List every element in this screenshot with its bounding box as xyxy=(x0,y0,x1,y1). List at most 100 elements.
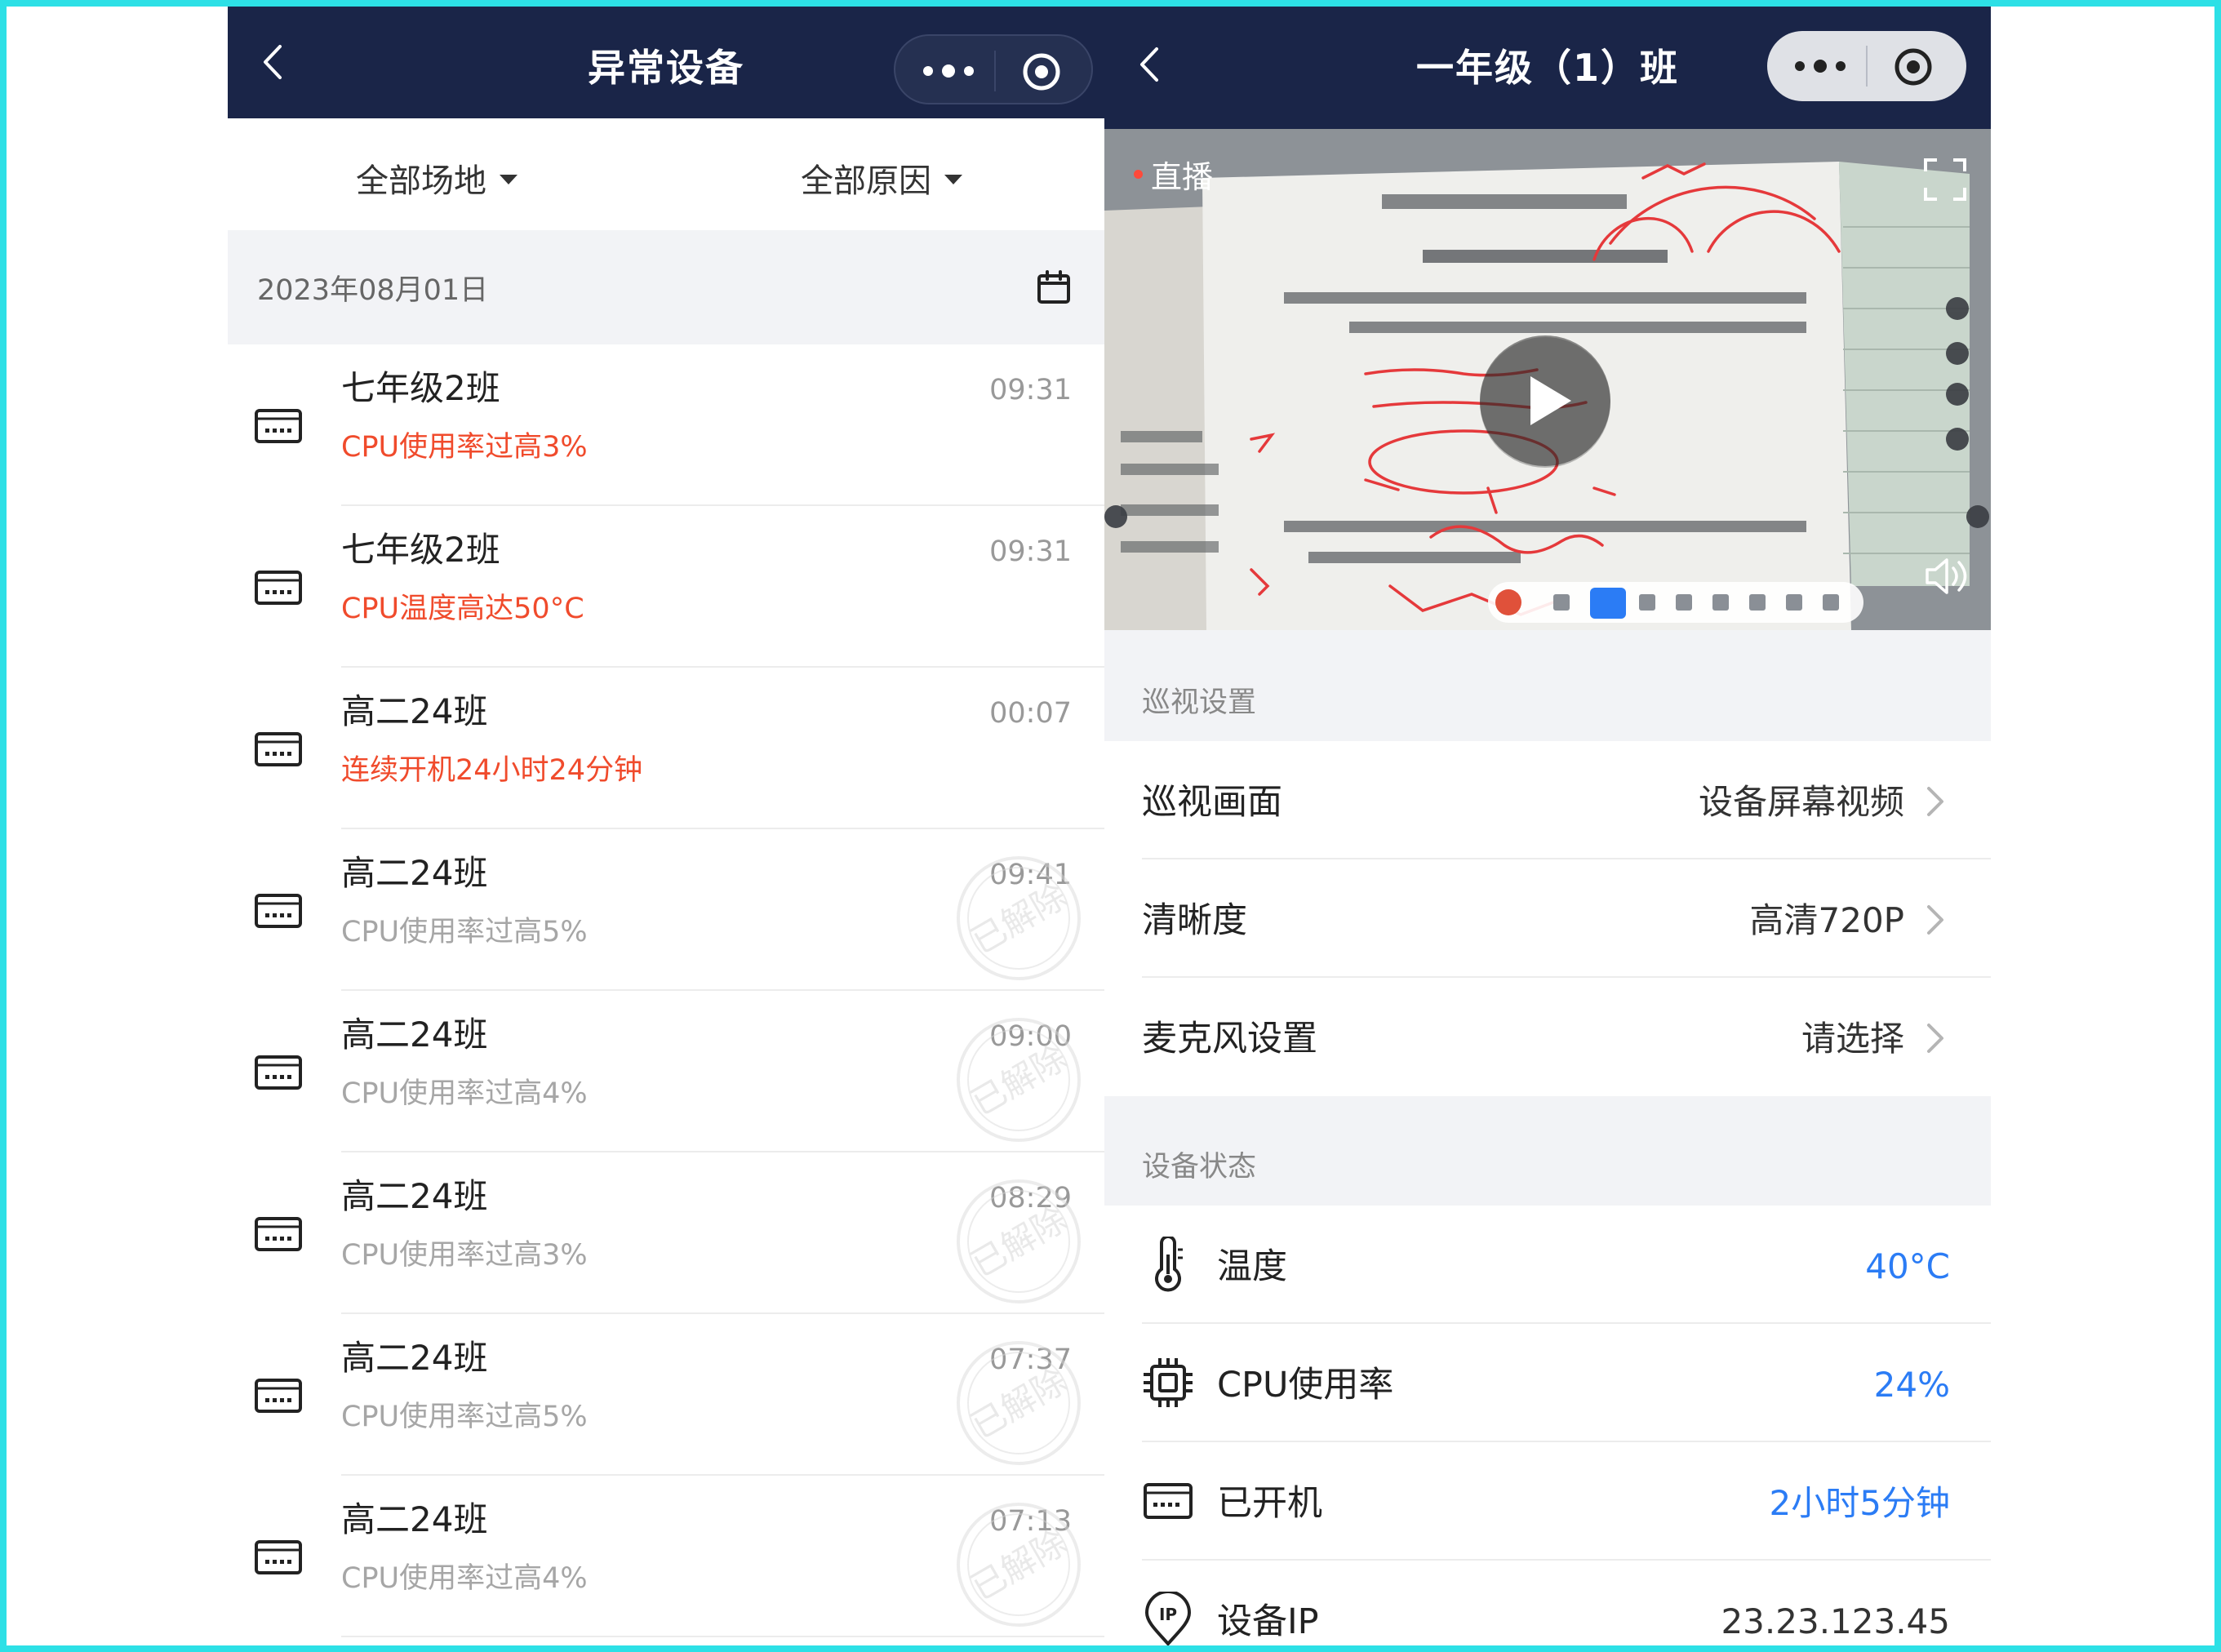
device-icon xyxy=(254,408,303,444)
calendar-icon[interactable] xyxy=(1036,269,1072,305)
resolved-stamp-icon: 已解除 xyxy=(957,1179,1081,1303)
row-label: 设备IP xyxy=(1217,1601,1319,1642)
abnormal-devices-screen: 异常设备 全部场地 全部原因 2023年08月01日 七年级2班 09:31 CPU… xyxy=(228,7,1104,1645)
device-icon xyxy=(254,731,303,767)
patrol-view-row[interactable]: 巡视画面 设备屏幕视频 xyxy=(1104,741,1991,859)
alert-reason: CPU温度高达50°C xyxy=(341,593,584,625)
abnormal-device-item[interactable]: 高二24班 09:00 CPU使用率过高4% 已解除 xyxy=(228,991,1104,1152)
classroom-name: 七年级2班 xyxy=(341,368,500,408)
miniprogram-capsule xyxy=(894,34,1093,104)
live-label-text: 直播 xyxy=(1151,159,1214,195)
section-title: 设备状态 xyxy=(1142,1151,1257,1183)
ip-location-icon: IP xyxy=(1144,1592,1192,1645)
thermometer-icon xyxy=(1155,1237,1183,1292)
cpu-chip-icon xyxy=(1144,1358,1193,1407)
device-icon xyxy=(254,570,303,606)
row-value: 高清720P xyxy=(1749,900,1905,940)
alert-reason: CPU使用率过高3% xyxy=(341,1239,588,1272)
fullscreen-icon[interactable] xyxy=(1922,157,1968,202)
classroom-name: 七年级2班 xyxy=(341,530,500,570)
temperature-row: 温度 40°C xyxy=(1104,1206,1991,1324)
capsule-divider xyxy=(994,51,996,91)
device-icon xyxy=(254,1378,303,1414)
alert-time: 00:07 xyxy=(989,697,1072,730)
classroom-name: 高二24班 xyxy=(341,1499,488,1539)
nav-bar: 异常设备 xyxy=(228,7,1104,118)
chevron-right-icon xyxy=(1927,787,1943,816)
chevron-right-icon xyxy=(1927,905,1943,935)
svg-text:已解除: 已解除 xyxy=(964,876,1073,961)
capsule-divider xyxy=(1866,46,1868,87)
caret-down-icon xyxy=(944,175,962,184)
reason-filter-label: 全部原因 xyxy=(801,162,931,200)
more-icon[interactable] xyxy=(1792,52,1849,80)
row-value: 40°C xyxy=(1865,1246,1950,1286)
device-ip-row: IP 设备IP 23.23.123.45 xyxy=(1104,1561,1991,1645)
abnormal-device-item[interactable]: 高二24班 07:13 CPU使用率过高4% 已解除 xyxy=(228,1476,1104,1637)
row-value: 2小时5分钟 xyxy=(1769,1483,1950,1523)
device-icon xyxy=(254,1216,303,1252)
resolved-stamp-icon: 已解除 xyxy=(957,1503,1081,1627)
row-label: 已开机 xyxy=(1217,1483,1322,1524)
row-value: 设备屏幕视频 xyxy=(1698,782,1904,822)
alert-reason: CPU使用率过高5% xyxy=(341,916,588,948)
resolved-stamp-icon: 已解除 xyxy=(957,856,1081,980)
selected-date: 2023年08月01日 xyxy=(257,274,489,307)
play-icon[interactable] xyxy=(1480,335,1610,466)
alert-reason: 连续开机24小时24分钟 xyxy=(341,754,643,787)
resolved-stamp-icon: 已解除 xyxy=(957,1341,1081,1465)
alert-time: 09:31 xyxy=(989,535,1072,568)
device-icon xyxy=(254,893,303,929)
classroom-name: 高二24班 xyxy=(341,691,488,731)
date-bar: 2023年08月01日 xyxy=(228,230,1104,344)
alert-reason: CPU使用率过高4% xyxy=(341,1562,588,1595)
alert-time: 09:31 xyxy=(989,374,1072,406)
divider xyxy=(341,1636,1104,1637)
device-status-section-header: 设备状态 xyxy=(1104,1096,1991,1206)
section-title: 巡视设置 xyxy=(1142,686,1257,719)
classroom-detail-screen: 一年级（1）班 直播 巡视设置 巡视画面 设备屏幕视频 清晰度 高清720P 麦… xyxy=(1104,7,1991,1645)
alert-reason: CPU使用率过高5% xyxy=(341,1401,588,1433)
row-value: 请选择 xyxy=(1801,1019,1904,1059)
resolved-stamp-icon: 已解除 xyxy=(957,1018,1081,1142)
close-miniprogram-icon[interactable] xyxy=(1893,47,1934,87)
volume-icon[interactable] xyxy=(1922,553,1971,599)
classroom-name: 高二24班 xyxy=(341,1338,488,1378)
abnormal-device-item[interactable]: 高二24班 00:07 连续开机24小时24分钟 xyxy=(228,668,1104,829)
row-label: 温度 xyxy=(1217,1246,1287,1287)
svg-text:已解除: 已解除 xyxy=(964,1522,1073,1608)
abnormal-device-item[interactable]: 高二24班 09:41 CPU使用率过高5% 已解除 xyxy=(228,829,1104,991)
place-filter-label: 全部场地 xyxy=(356,162,486,200)
classroom-name: 高二24班 xyxy=(341,853,488,893)
alert-reason: CPU使用率过高4% xyxy=(341,1077,588,1110)
caret-down-icon xyxy=(500,175,517,184)
more-icon[interactable] xyxy=(920,57,977,85)
miniprogram-capsule xyxy=(1767,31,1966,101)
classroom-name: 高二24班 xyxy=(341,1176,488,1216)
abnormal-device-item[interactable]: 七年级2班 09:31 CPU温度高达50°C xyxy=(228,506,1104,668)
live-video-player[interactable]: 直播 xyxy=(1104,129,1991,630)
cpu-usage-row: CPU使用率 24% xyxy=(1104,1324,1991,1442)
abnormal-device-item[interactable]: 高二24班 07:37 CPU使用率过高5% 已解除 xyxy=(228,1314,1104,1476)
close-miniprogram-icon[interactable] xyxy=(1021,51,1062,92)
classroom-name: 高二24班 xyxy=(341,1015,488,1055)
device-icon xyxy=(1144,1483,1193,1519)
svg-text:IP: IP xyxy=(1159,1605,1177,1624)
device-icon xyxy=(254,1539,303,1575)
place-filter-dropdown[interactable]: 全部场地 xyxy=(356,118,517,230)
microphone-settings-row[interactable]: 麦克风设置 请选择 xyxy=(1104,978,1991,1096)
resolution-row[interactable]: 清晰度 高清720P xyxy=(1104,859,1991,978)
alert-reason: CPU使用率过高3% xyxy=(341,431,588,464)
live-indicator: 直播 xyxy=(1134,157,1213,198)
reason-filter-dropdown[interactable]: 全部原因 xyxy=(801,118,962,230)
chevron-right-icon xyxy=(1927,1024,1943,1053)
filter-bar: 全部场地 全部原因 xyxy=(228,118,1104,230)
abnormal-device-item[interactable]: 七年级2班 09:31 CPU使用率过高3% xyxy=(228,344,1104,506)
patrol-settings-section-header: 巡视设置 xyxy=(1104,630,1991,741)
uptime-row: 已开机 2小时5分钟 xyxy=(1104,1442,1991,1561)
row-label: CPU使用率 xyxy=(1217,1365,1394,1406)
abnormal-device-item[interactable]: 高二24班 08:29 CPU使用率过高3% 已解除 xyxy=(228,1152,1104,1314)
svg-text:已解除: 已解除 xyxy=(964,1361,1073,1446)
nav-bar: 一年级（1）班 xyxy=(1104,7,1991,129)
row-label: 巡视画面 xyxy=(1142,782,1282,823)
